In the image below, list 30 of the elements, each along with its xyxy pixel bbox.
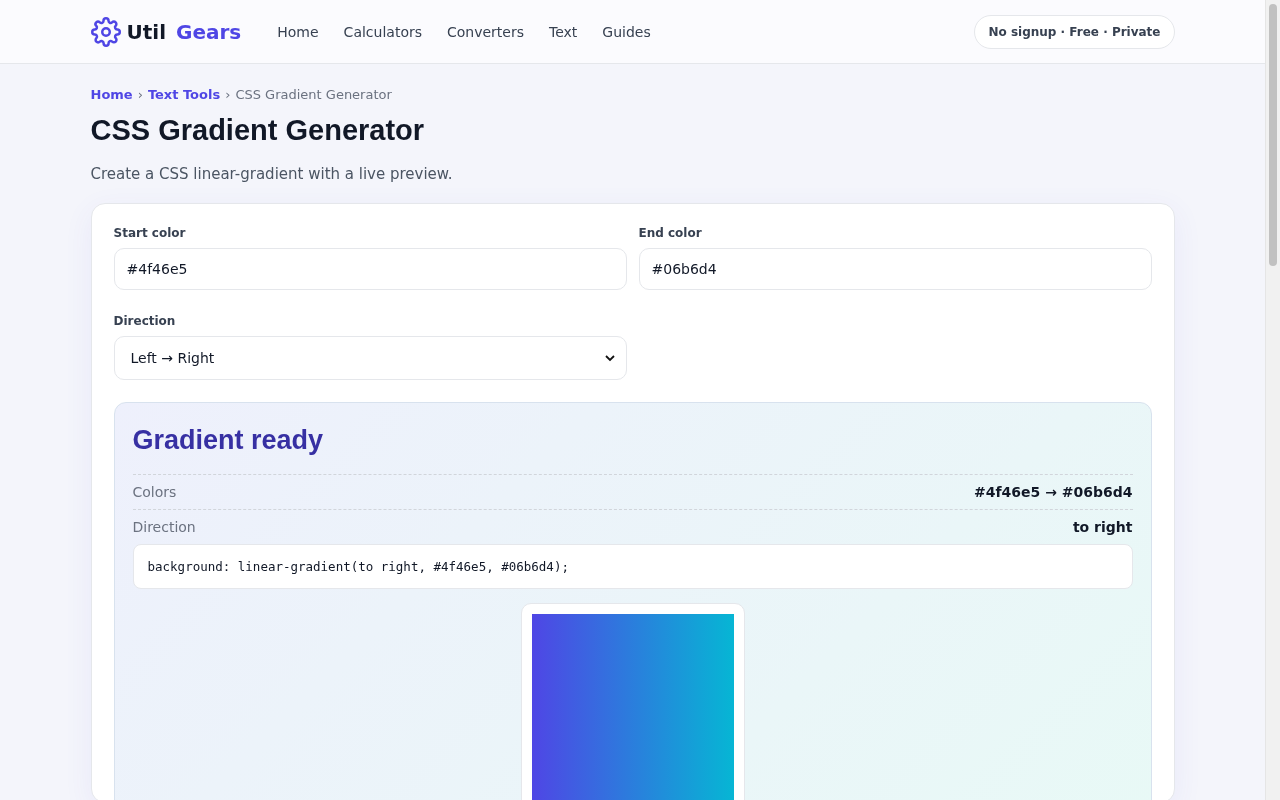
- page-subtitle: Create a CSS linear-gradient with a live preview.: [90, 165, 454, 183]
- logo-text[interactable]: Gears: [176, 19, 242, 44]
- css-code-block: background: linear-gradient(to right, #4f46e5, #06b6d4);: [132, 544, 1133, 589]
- end-color-input[interactable]: #06b6d4: [638, 248, 1152, 290]
- start-color-input[interactable]: #4f46e5: [113, 248, 627, 290]
- breadcrumb-separator: ›: [137, 87, 143, 102]
- breadcrumb-current: CSS Gradient Generator: [235, 87, 392, 102]
- nav-link[interactable]: Calculators: [343, 23, 422, 40]
- field-label: Start color: [113, 226, 187, 240]
- page-title: CSS Gradient Generator: [90, 114, 426, 147]
- result-heading: Gradient ready: [132, 425, 325, 456]
- result-value: #4f46e5 → #06b6d4: [974, 484, 1133, 500]
- gear-icon: [90, 16, 121, 47]
- nav-link[interactable]: Converters: [447, 23, 525, 40]
- nav-link[interactable]: Guides: [602, 23, 651, 40]
- breadcrumb-link[interactable]: Text Tools: [147, 87, 221, 102]
- direction-select[interactable]: Left → Right: [113, 336, 627, 380]
- nav-link[interactable]: Text: [549, 23, 578, 40]
- field-label: Direction: [113, 314, 177, 328]
- result-value: to right: [1072, 519, 1133, 535]
- scrollbar[interactable]: [1265, 0, 1280, 800]
- breadcrumb-link[interactable]: Home: [90, 87, 133, 102]
- field-label: End color: [638, 226, 703, 240]
- nav-link[interactable]: Home: [277, 23, 319, 40]
- breadcrumb-separator: ›: [225, 87, 231, 102]
- result-label: Colors: [132, 484, 177, 500]
- chevron-down-icon: [603, 352, 616, 364]
- info-badge: No signup · Free · Private: [974, 14, 1175, 49]
- result-label: Direction: [132, 519, 196, 535]
- logo-text[interactable]: Util: [126, 19, 166, 44]
